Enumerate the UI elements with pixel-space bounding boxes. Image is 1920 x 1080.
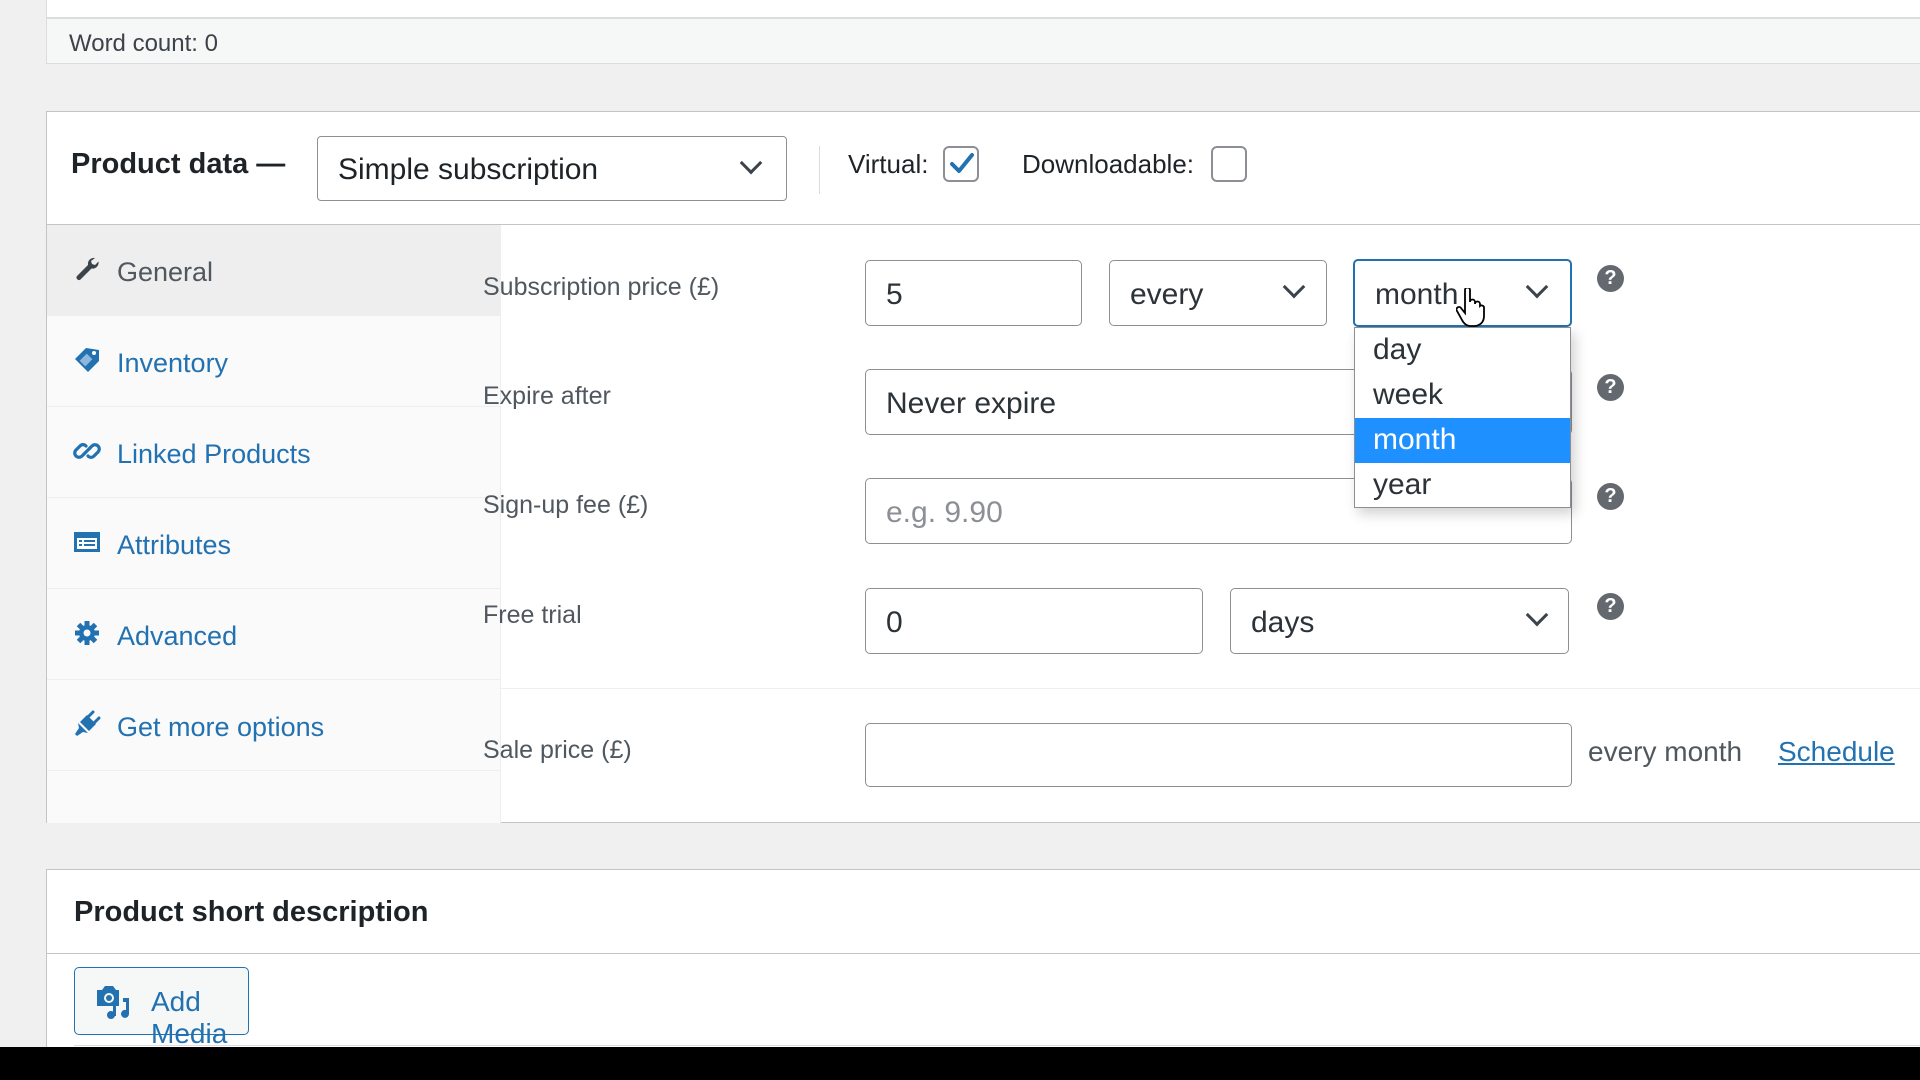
virtual-checkbox[interactable] [943, 146, 979, 182]
product-data-header: Product data — Simple subscription Virtu… [47, 112, 1920, 225]
product-data-panel: Product data — Simple subscription Virtu… [46, 111, 1920, 823]
chevron-down-icon [739, 151, 763, 175]
chevron-down-icon [1525, 275, 1549, 299]
subscription-price-input[interactable]: 5 [865, 260, 1082, 326]
attributes-card-icon [74, 532, 100, 552]
free-trial-length-input[interactable]: 0 [865, 588, 1203, 654]
dropdown-option-month[interactable]: month [1355, 418, 1570, 463]
tab-general[interactable]: General [47, 225, 501, 316]
chevron-down-icon [1525, 603, 1549, 627]
downloadable-label: Downloadable: [1022, 149, 1195, 179]
schedule-link[interactable]: Schedule [1778, 736, 1895, 768]
tag-icon [75, 348, 99, 372]
dropdown-option-year[interactable]: year [1355, 463, 1570, 508]
billing-period-value: month [1375, 278, 1459, 311]
hand-pointer-cursor-icon [1456, 288, 1485, 327]
virtual-label: Virtual: [848, 149, 929, 179]
editor-toolbar-edge [74, 1045, 1920, 1046]
section-divider [501, 688, 1920, 689]
gear-icon [75, 621, 99, 645]
tab-attributes[interactable]: Attributes [47, 498, 501, 589]
panel-divider [47, 953, 1920, 954]
product-data-tabs: General Inventory Linked Products Attrib… [47, 225, 501, 823]
help-icon[interactable]: ? [1597, 265, 1624, 292]
tab-label: Linked Products [117, 439, 311, 469]
tab-inventory[interactable]: Inventory [47, 316, 501, 407]
subscription-price-value: 5 [886, 278, 903, 311]
media-icon [97, 986, 129, 1019]
expire-after-label: Expire after [483, 382, 611, 410]
billing-interval-value: every [1130, 278, 1204, 311]
sale-price-suffix: every month [1588, 736, 1743, 767]
help-icon[interactable]: ? [1597, 593, 1624, 620]
checkmark-icon [950, 153, 974, 173]
signup-fee-placeholder: e.g. 9.90 [886, 496, 1003, 529]
product-type-select[interactable]: Simple subscription [317, 136, 787, 201]
downloadable-checkbox[interactable] [1211, 146, 1247, 182]
tab-label: General [117, 257, 214, 287]
tab-advanced[interactable]: Advanced [47, 589, 501, 680]
screen-letterbox-bar [0, 1047, 1920, 1080]
subscription-price-label: Subscription price (£) [483, 273, 720, 301]
tab-linked-products[interactable]: Linked Products [47, 407, 501, 498]
word-count-bar: Word count: 0 [46, 18, 1920, 64]
word-count: Word count: 0 [69, 30, 218, 57]
tab-label: Attributes [117, 530, 232, 560]
dropdown-option-day[interactable]: day [1355, 328, 1570, 373]
plug-icon [75, 710, 101, 736]
help-icon[interactable]: ? [1597, 374, 1624, 401]
help-icon[interactable]: ? [1597, 483, 1624, 510]
billing-interval-select[interactable]: every [1109, 260, 1327, 326]
expire-after-value: Never expire [886, 387, 1057, 420]
free-trial-length-value: 0 [886, 606, 903, 639]
chevron-down-icon [1282, 275, 1306, 299]
add-media-label: Add Media [151, 986, 228, 1049]
tab-get-more-options[interactable]: Get more options [47, 680, 501, 771]
product-type-value: Simple subscription [338, 153, 599, 186]
add-media-button[interactable]: Add Media [74, 967, 249, 1049]
product-data-title: Product data — [71, 148, 286, 180]
billing-period-dropdown: day week month year [1354, 327, 1571, 508]
free-trial-unit-select[interactable]: days [1230, 588, 1569, 654]
short-description-title: Product short description [74, 896, 429, 928]
tab-label: Get more options [117, 712, 325, 742]
free-trial-label: Free trial [483, 601, 582, 629]
free-trial-unit-value: days [1251, 606, 1315, 639]
signup-fee-label: Sign-up fee (£) [483, 491, 649, 519]
header-divider [819, 146, 820, 194]
tab-label: Advanced [117, 621, 238, 651]
tab-label: Inventory [117, 348, 229, 378]
sale-price-label: Sale price (£) [483, 736, 632, 764]
wrench-icon [76, 257, 99, 280]
link-icon [73, 443, 101, 459]
sale-price-input[interactable] [865, 723, 1572, 787]
editor-content-area[interactable] [46, 0, 1920, 18]
dropdown-option-week[interactable]: week [1355, 373, 1570, 418]
